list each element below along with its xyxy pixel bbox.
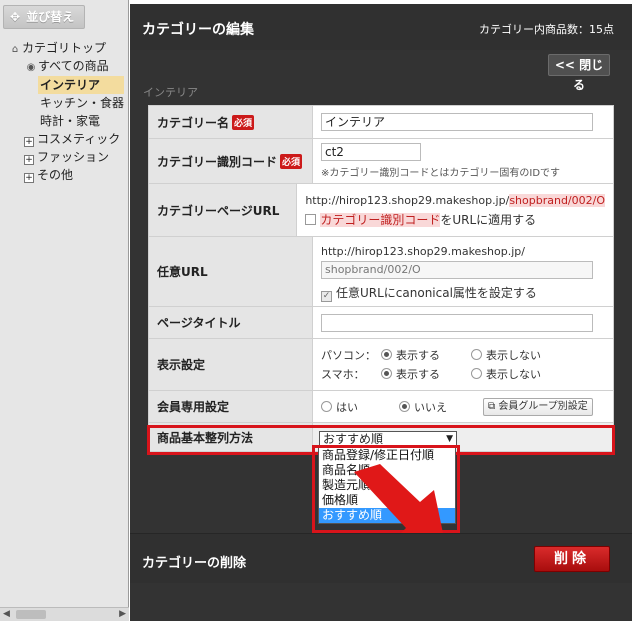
- radio-selected-icon[interactable]: [381, 348, 392, 360]
- page-url-text: http://hirop123.shop29.makeshop.jp/shopb…: [305, 194, 605, 207]
- page-title-input[interactable]: [321, 314, 593, 332]
- tree-item-other[interactable]: + その他: [24, 167, 73, 185]
- code-note: ※カテゴリー識別コードとはカテゴリー固有のIDです: [321, 168, 561, 179]
- category-name-input[interactable]: インテリア: [321, 113, 593, 131]
- product-count-label: カテゴリー内商品数：15点: [479, 23, 614, 36]
- scroll-right-icon[interactable]: ▶: [119, 609, 126, 619]
- form-row-member: 会員専用設定 はい いいえ ⧉ 会員グループ別設定: [149, 391, 613, 423]
- radio-icon[interactable]: [471, 367, 482, 379]
- delete-section: カテゴリーの削除 削除: [130, 533, 632, 583]
- close-button[interactable]: << 閉じる: [548, 54, 610, 92]
- scroll-left-icon[interactable]: ◀: [3, 609, 10, 619]
- settings-icon: ⧉: [488, 400, 499, 412]
- delete-button[interactable]: 削除: [534, 546, 610, 572]
- field-label: カテゴリー識別コード 必須: [149, 139, 313, 183]
- category-form: カテゴリー名 必須 インテリア カテゴリー識別コード 必須 ct2 ※カテゴリー識別…: [148, 105, 614, 452]
- tree-item-kitchen[interactable]: キッチン・食器: [40, 95, 124, 113]
- form-row-page-url: カテゴリーページURL http://hirop123.shop29.makes…: [149, 184, 613, 237]
- category-code-input[interactable]: ct2: [321, 143, 421, 161]
- panel-header: カテゴリーの編集 カテゴリー内商品数：15点: [130, 4, 632, 50]
- form-row-page-title: ページタイトル: [149, 307, 613, 339]
- member-no-radio[interactable]: いいえ: [399, 399, 483, 415]
- display-phone-row: スマホ： 表示する 表示しない: [321, 364, 605, 383]
- form-row-code: カテゴリー識別コード 必須 ct2 ※カテゴリー識別コードとはカテゴリー固有のID…: [149, 139, 613, 184]
- form-row-name: カテゴリー名 必須 インテリア: [149, 106, 613, 139]
- required-badge: 必須: [280, 153, 303, 169]
- page-title: カテゴリーの編集: [142, 22, 254, 38]
- scroll-thumb[interactable]: [16, 610, 46, 619]
- apply-code-checkbox-row[interactable]: カテゴリー識別コードをURLに適用する: [305, 211, 605, 228]
- move-cross-icon: ✥: [10, 10, 21, 24]
- radio-selected-icon[interactable]: [381, 367, 392, 379]
- edit-panel: カテゴリーの編集 カテゴリー内商品数：15点 << 閉じる インテリア カテゴリ…: [130, 4, 632, 621]
- double-chevron-left-icon: <<: [554, 58, 575, 72]
- member-group-button[interactable]: ⧉ 会員グループ別設定: [483, 397, 593, 416]
- phone-hide-radio[interactable]: 表示しない: [471, 366, 561, 382]
- field-label: 任意URL: [149, 237, 313, 306]
- tree-item-interior[interactable]: インテリア: [38, 76, 125, 94]
- canonical-checkbox-row[interactable]: ✓ 任意URLにcanonical属性を設定する: [321, 284, 605, 302]
- tree-item-clock[interactable]: 時計・家電: [40, 113, 100, 131]
- phone-show-radio[interactable]: 表示する: [381, 366, 471, 382]
- apply-code-checkbox[interactable]: [305, 214, 317, 225]
- tree-item-cosmetic[interactable]: + コスメティック: [24, 131, 120, 149]
- custom-url-prefix: http://hirop123.shop29.makeshop.jp/: [321, 245, 525, 258]
- delete-title: カテゴリーの削除: [142, 556, 247, 571]
- field-label: 表示設定: [149, 339, 313, 390]
- breadcrumb: インテリア: [143, 86, 198, 99]
- field-label: カテゴリーページURL: [149, 184, 298, 236]
- home-icon: ⌂: [11, 44, 19, 55]
- expand-icon[interactable]: +: [24, 155, 34, 165]
- pc-show-radio[interactable]: 表示する: [381, 347, 471, 363]
- tree-item-category-top[interactable]: ⌂ カテゴリトップ: [8, 40, 106, 58]
- expand-icon[interactable]: +: [24, 137, 34, 147]
- form-row-display: 表示設定 パソコン： 表示する 表示しない スマホ： 表示する 表示しない: [149, 339, 613, 391]
- member-yes-radio[interactable]: はい: [321, 399, 399, 415]
- expand-icon[interactable]: +: [24, 173, 34, 183]
- custom-url-input[interactable]: shopbrand/002/O: [321, 261, 593, 279]
- form-row-custom-url: 任意URL http://hirop123.shop29.makeshop.jp…: [149, 237, 613, 307]
- canonical-checkbox[interactable]: ✓: [321, 291, 332, 302]
- field-label: 会員専用設定: [149, 391, 313, 422]
- radio-icon[interactable]: [321, 400, 332, 412]
- category-sidebar: ✥ 並び替え ⌂ カテゴリトップ ◉ すべての商品 インテリア キッチン・食器 時計…: [0, 0, 129, 621]
- required-badge: 必須: [232, 114, 255, 130]
- radio-selected-icon[interactable]: [399, 400, 410, 412]
- radio-icon: ◉: [26, 62, 36, 73]
- tree-item-fashion[interactable]: + ファッション: [24, 149, 109, 167]
- display-pc-row: パソコン： 表示する 表示しない: [321, 345, 605, 364]
- field-label: ページタイトル: [149, 307, 313, 338]
- sort-button-label: 並び替え: [26, 10, 75, 24]
- sort-button[interactable]: ✥ 並び替え: [3, 5, 85, 29]
- close-button-label: 閉じる: [572, 58, 604, 92]
- field-label: カテゴリー名 必須: [149, 106, 313, 138]
- pc-hide-radio[interactable]: 表示しない: [471, 347, 561, 363]
- sidebar-horizontal-scrollbar[interactable]: ◀ ▶: [0, 607, 129, 621]
- radio-icon[interactable]: [471, 348, 482, 360]
- tree-item-all-products[interactable]: ◉ すべての商品: [24, 58, 109, 76]
